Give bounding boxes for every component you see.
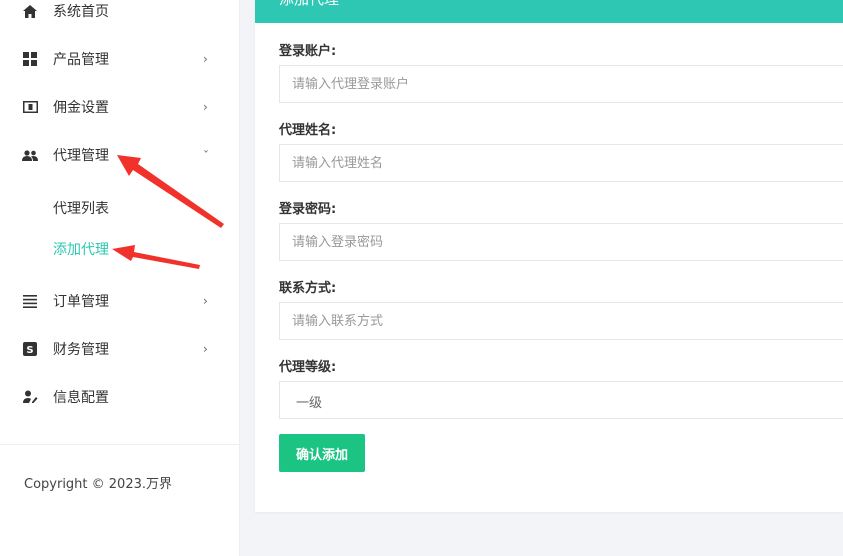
agent-level-select[interactable]: 一级 [279, 381, 843, 419]
sidebar-item-home[interactable]: 系统首页 [0, 0, 240, 31]
svg-text:S: S [26, 345, 33, 356]
sidebar-divider [0, 444, 240, 445]
list-icon [22, 293, 38, 309]
agent-name-label: 代理姓名: [279, 123, 337, 138]
home-icon [22, 3, 38, 19]
sidebar-item-label: 产品管理 [53, 52, 109, 68]
login-account-label: 登录账户: [279, 44, 337, 59]
sidebar-item-label: 信息配置 [53, 390, 109, 406]
sidebar-item-label: 系统首页 [53, 4, 109, 20]
panel-title: 添加代理 [279, 0, 339, 9]
sidebar: 系统首页 产品管理 › 佣金设置 › 代理管理 ˇ 代理列表 添加代理 订单管理… [0, 0, 240, 556]
sidebar-item-label: 佣金设置 [53, 100, 109, 116]
chevron-right-icon: › [203, 294, 208, 308]
chevron-right-icon: › [203, 342, 208, 356]
chevron-right-icon: › [203, 100, 208, 114]
sidebar-subitem-agent-list[interactable]: 代理列表 [53, 198, 109, 218]
sidebar-item-agents[interactable]: 代理管理 ˇ [0, 135, 240, 175]
users-icon [22, 147, 38, 163]
agent-level-value: 一级 [296, 396, 323, 411]
user-edit-icon [22, 389, 38, 405]
login-account-input[interactable] [279, 65, 843, 103]
login-password-input[interactable] [279, 223, 843, 261]
sidebar-item-orders[interactable]: 订单管理 › [0, 281, 240, 321]
sidebar-item-commission[interactable]: 佣金设置 › [0, 87, 240, 127]
agent-name-input[interactable] [279, 144, 843, 182]
sidebar-item-info-config[interactable]: 信息配置 [0, 377, 240, 417]
chevron-right-icon: › [203, 52, 208, 66]
finance-icon: S [22, 341, 38, 357]
login-password-label: 登录密码: [279, 202, 337, 217]
sidebar-item-label: 代理管理 [53, 148, 109, 164]
chevron-down-icon: ˇ [203, 149, 209, 163]
sidebar-item-label: 订单管理 [53, 294, 109, 310]
copyright-text: Copyright © 2023.万界 [24, 477, 173, 492]
contact-input[interactable] [279, 302, 843, 340]
sidebar-subitem-add-agent[interactable]: 添加代理 [53, 239, 109, 259]
contact-label: 联系方式: [279, 281, 337, 296]
agent-level-label: 代理等级: [279, 360, 337, 375]
sidebar-item-finance[interactable]: S 财务管理 › [0, 329, 240, 369]
sidebar-item-label: 财务管理 [53, 342, 109, 358]
panel-header: 添加代理 [255, 0, 843, 23]
sidebar-item-products[interactable]: 产品管理 › [0, 39, 240, 79]
money-icon [22, 99, 38, 115]
add-agent-panel: 添加代理 登录账户: 代理姓名: 登录密码: 联系方式: 代理等级: 一级 确认… [255, 0, 843, 512]
grid-icon [22, 51, 38, 67]
confirm-add-button[interactable]: 确认添加 [279, 434, 365, 472]
